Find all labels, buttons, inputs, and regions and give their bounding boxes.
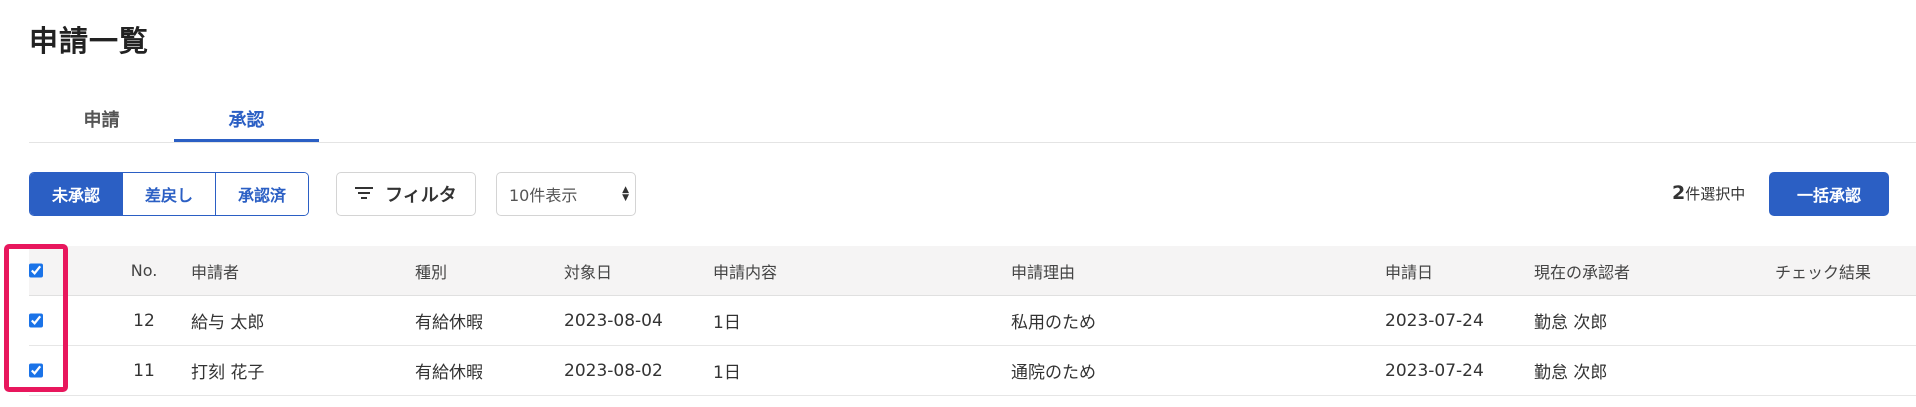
filter-button[interactable]: フィルタ (336, 172, 476, 216)
cell-approver: 勤怠 次郎 (1534, 363, 1608, 383)
page-title: 申請一覧 (29, 24, 150, 58)
selected-count: 2 (1672, 182, 1686, 204)
cell-no: 11 (133, 360, 155, 381)
filter-lines-icon (355, 184, 374, 205)
cell-content: 1日 (713, 313, 741, 333)
cell-type: 有給休暇 (415, 313, 483, 333)
application-table: No. 申請者 種別 対象日 申請内容 申請理由 申請日 現在の承認者 チェック… (29, 246, 1916, 396)
select-all-checkbox[interactable] (29, 263, 43, 278)
tab-bar: 申請 承認 (29, 100, 1916, 143)
cell-target-date: 2023-08-04 (564, 310, 663, 331)
page-size-value: 10件表示 (509, 186, 578, 205)
cell-target-date: 2023-08-02 (564, 360, 663, 381)
column-header-content[interactable]: 申請内容 (713, 246, 777, 295)
column-header-check-result[interactable]: チェック結果 (1775, 246, 1871, 295)
page-size-select[interactable]: 10件表示 ▲ ▼ (496, 172, 636, 216)
column-header-no[interactable]: No. (118, 246, 170, 295)
filter-label: フィルタ (385, 185, 457, 206)
table-row[interactable]: 12 給与 太郎 有給休暇 2023-08-04 1日 私用のため 2023-0… (29, 296, 1916, 346)
cell-no: 12 (133, 310, 155, 331)
select-all-cell (29, 246, 43, 295)
bulk-approve-button[interactable]: 一括承認 (1769, 172, 1889, 216)
column-header-reason[interactable]: 申請理由 (1011, 246, 1075, 295)
status-pending-button[interactable]: 未承認 (30, 173, 123, 215)
tab-approval[interactable]: 承認 (174, 100, 319, 142)
cell-approver: 勤怠 次郎 (1534, 313, 1608, 333)
tab-application[interactable]: 申請 (29, 100, 174, 142)
cell-applied-date: 2023-07-24 (1385, 360, 1484, 381)
column-header-type[interactable]: 種別 (415, 246, 447, 295)
status-returned-button[interactable]: 差戻し (123, 173, 216, 215)
cell-applicant: 給与 太郎 (191, 313, 265, 333)
row-select-cell (29, 346, 43, 395)
status-approved-button[interactable]: 承認済 (216, 173, 308, 215)
row-select-cell (29, 296, 43, 345)
cell-reason: 通院のため (1011, 363, 1096, 383)
cell-content: 1日 (713, 363, 741, 383)
status-filter-group: 未承認 差戻し 承認済 (29, 172, 309, 216)
column-header-applied-date[interactable]: 申請日 (1385, 246, 1433, 295)
cell-reason: 私用のため (1011, 313, 1096, 333)
table-row[interactable]: 11 打刻 花子 有給休暇 2023-08-02 1日 通院のため 2023-0… (29, 346, 1916, 396)
select-caret-icon: ▲ ▼ (622, 185, 629, 203)
cell-type: 有給休暇 (415, 363, 483, 383)
column-header-approver[interactable]: 現在の承認者 (1534, 246, 1630, 295)
cell-applicant: 打刻 花子 (191, 363, 265, 383)
column-header-applicant[interactable]: 申請者 (191, 246, 239, 295)
table-header-row: No. 申請者 種別 対象日 申請内容 申請理由 申請日 現在の承認者 チェック… (29, 246, 1916, 296)
row-checkbox[interactable] (29, 313, 43, 328)
selected-suffix: 件選択中 (1685, 185, 1746, 203)
cell-applied-date: 2023-07-24 (1385, 310, 1484, 331)
selected-count-label: 2件選択中 (1672, 182, 1745, 204)
row-checkbox[interactable] (29, 363, 43, 378)
column-header-target-date[interactable]: 対象日 (564, 246, 612, 295)
